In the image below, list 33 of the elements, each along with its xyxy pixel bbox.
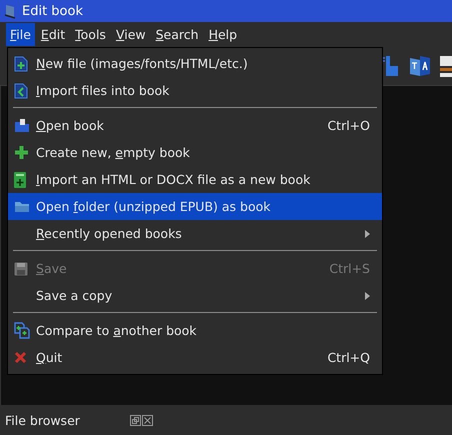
folder-icon xyxy=(14,200,30,212)
menu-item[interactable]: Import an HTML or DOCX file as a new book xyxy=(8,166,382,193)
menu-title[interactable]: Edit xyxy=(36,23,70,46)
folder-icon xyxy=(14,118,30,133)
close-icon[interactable] xyxy=(142,414,153,426)
menu-item[interactable]: Recently opened books xyxy=(8,220,382,247)
close-icon xyxy=(14,351,27,364)
menu-item[interactable]: Save a copy xyxy=(8,282,382,309)
menu-item[interactable]: Import files into book xyxy=(8,77,382,104)
menu-item[interactable]: Quit Ctrl+Q xyxy=(8,344,382,371)
translate-icon[interactable] xyxy=(408,54,432,78)
menu-title[interactable]: View xyxy=(112,23,150,46)
submenu-arrow-icon xyxy=(365,292,370,300)
compare-documents-icon xyxy=(14,322,31,339)
menu-item[interactable]: New file (images/fonts/HTML/etc.) xyxy=(8,50,382,77)
menu-title[interactable]: File xyxy=(6,23,35,46)
book-icon xyxy=(14,172,26,188)
menu-title[interactable]: Tools xyxy=(71,23,110,46)
menu-title[interactable]: Search xyxy=(152,23,203,46)
menu-item[interactable]: Open folder (unzipped EPUB) as book xyxy=(8,193,382,220)
import-file-icon xyxy=(14,82,28,98)
menu-title[interactable]: Help xyxy=(204,23,242,46)
dock-title: File browser xyxy=(5,412,80,428)
menu-item[interactable]: Open book Ctrl+O xyxy=(8,112,382,139)
menu-item[interactable]: Compare to another book xyxy=(8,317,382,344)
document-icon[interactable] xyxy=(440,54,452,78)
window-title: Edit book xyxy=(22,4,83,18)
menu-item[interactable]: Create new, empty book xyxy=(8,139,382,166)
plus-icon xyxy=(14,145,29,160)
new-file-icon xyxy=(14,56,28,72)
submenu-arrow-icon xyxy=(365,230,370,238)
app-icon xyxy=(4,3,18,19)
float-icon[interactable] xyxy=(130,414,141,426)
